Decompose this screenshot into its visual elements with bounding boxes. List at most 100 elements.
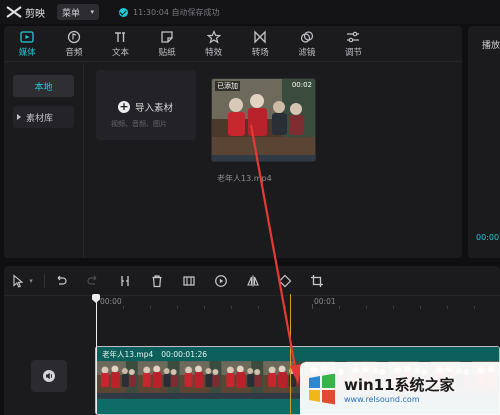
ruler-tick: [204, 306, 205, 309]
transition-icon: [254, 29, 266, 44]
track-clip-name: 老年人13.mp4: [102, 349, 154, 359]
undo-button[interactable]: [53, 273, 69, 289]
mute-track-button[interactable]: [31, 360, 67, 392]
sidebar-item-local[interactable]: 本地: [13, 75, 74, 97]
redo-button[interactable]: [85, 273, 101, 289]
tab-label: 媒体: [18, 47, 36, 58]
menu-label: 菜单: [62, 8, 81, 19]
ruler-tick: [258, 306, 259, 309]
tab-label: 转场: [251, 47, 269, 58]
mirror-button[interactable]: [245, 273, 261, 289]
tab-sticker[interactable]: 贴纸: [144, 26, 191, 61]
tab-transition[interactable]: 转场: [237, 26, 284, 61]
rotate-button[interactable]: [277, 273, 293, 289]
tab-adjust[interactable]: 调节: [330, 26, 377, 61]
sidebar-item-library[interactable]: 素材库: [13, 106, 74, 128]
plus-icon: +: [118, 100, 130, 113]
ruler-label: 00:01: [314, 297, 336, 306]
filter-icon: [300, 30, 313, 43]
import-subtitle: 视频、音频、图片: [111, 120, 167, 128]
select-tool-button[interactable]: [10, 273, 26, 289]
check-circle-icon: [119, 7, 128, 17]
audio-icon: [67, 30, 81, 43]
freeze-button[interactable]: [181, 273, 197, 289]
tab-label: 贴纸: [158, 47, 176, 58]
mirror-icon: [247, 275, 259, 286]
toolbar-divider: [44, 273, 45, 288]
ruler-tick: [339, 306, 340, 309]
trash-icon: [152, 274, 162, 287]
tab-label: 特效: [205, 47, 223, 58]
import-title: + 导入素材: [118, 100, 173, 114]
tab-label: 滤镜: [298, 47, 316, 58]
crop-button[interactable]: [309, 273, 325, 289]
tab-audio[interactable]: 音频: [51, 26, 98, 61]
clip-preview-image: [212, 79, 315, 161]
ruler-tick: [231, 306, 232, 309]
tab-label: 调节: [344, 47, 362, 58]
ruler-tick: [123, 306, 124, 309]
ruler-tick: [447, 306, 448, 309]
split-icon: [121, 275, 129, 286]
play-circle-icon: [215, 274, 227, 287]
ruler-label: 00:00: [100, 297, 122, 306]
track-clip-header: 老年人13.mp4 00:00:01:26: [96, 347, 499, 361]
cursor-icon: [13, 273, 24, 288]
media-panel: 媒体 音频 文本 贴纸 特效 转场 滤镜 调节 本地 素材库 + 导入素材 视频…: [4, 26, 462, 258]
select-dropdown-button[interactable]: ▾: [26, 273, 36, 289]
caret-right-icon: [17, 114, 21, 120]
menu-dropdown[interactable]: 菜单 ▾: [57, 4, 99, 20]
undo-icon: [57, 275, 67, 285]
app-logo: 剪映: [6, 5, 45, 20]
tab-text[interactable]: 文本: [97, 26, 144, 61]
tab-label: 音频: [65, 47, 83, 58]
redo-icon: [87, 275, 97, 285]
import-media-button[interactable]: + 导入素材 视频、音频、图片: [96, 70, 196, 140]
media-clip-thumbnail[interactable]: 已添加 00:02: [211, 78, 316, 162]
ruler-tick: [393, 306, 394, 309]
windows-logo-icon: [309, 373, 335, 404]
clip-duration: 00:02: [291, 81, 312, 89]
effects-icon: [206, 29, 221, 44]
reverse-button[interactable]: [213, 273, 229, 289]
import-label: 导入素材: [135, 103, 174, 114]
media-icon: [20, 30, 34, 43]
crop-icon: [311, 274, 323, 287]
track-clip-duration: 00:00:01:26: [161, 349, 208, 359]
hover-time-indicator: [290, 294, 291, 415]
timeline-toolbar: ▾: [4, 266, 500, 296]
tab-media[interactable]: 媒体: [4, 26, 51, 61]
split-button[interactable]: [117, 273, 133, 289]
timeline-ruler[interactable]: 00:00 00:01: [96, 296, 500, 310]
delete-button[interactable]: [149, 273, 165, 289]
clip-filename: 老年人13.mp4: [217, 174, 272, 183]
tab-filter[interactable]: 滤镜: [284, 26, 331, 61]
sidebar-item-label: 本地: [34, 82, 53, 93]
save-status-text: 11:30:04 自动保存成功: [133, 7, 220, 17]
ruler-tick: [177, 306, 178, 309]
sidebar-item-label: 素材库: [26, 113, 54, 124]
added-tag: 已添加: [215, 81, 240, 91]
ruler-tick: [420, 306, 421, 309]
chevron-down-icon: ▾: [29, 276, 33, 285]
player-time: 00:00: [476, 233, 500, 242]
ruler-tick: [285, 306, 286, 309]
sticker-icon: [161, 30, 173, 43]
speaker-icon: [43, 370, 55, 382]
watermark-url: www.relsound.com: [344, 394, 420, 404]
ruler-tick: [150, 306, 151, 309]
watermark-text: win11系统之家 www.relsound.com: [344, 374, 455, 404]
rotate-icon: [278, 274, 292, 287]
ruler-tick: [312, 304, 313, 309]
tab-effects[interactable]: 特效: [190, 26, 237, 61]
freeze-frame-icon: [183, 275, 195, 286]
tab-label: 文本: [111, 47, 129, 58]
app-name: 剪映: [25, 8, 45, 20]
category-tabs: 媒体 音频 文本 贴纸 特效 转场 滤镜 调节: [4, 26, 462, 62]
ruler-tick: [474, 306, 475, 309]
adjust-icon: [347, 31, 360, 42]
save-status: 11:30:04 自动保存成功: [119, 7, 219, 18]
capcut-logo-icon: [6, 6, 22, 18]
player-title: 播放: [482, 41, 500, 51]
ruler-tick: [366, 306, 367, 309]
